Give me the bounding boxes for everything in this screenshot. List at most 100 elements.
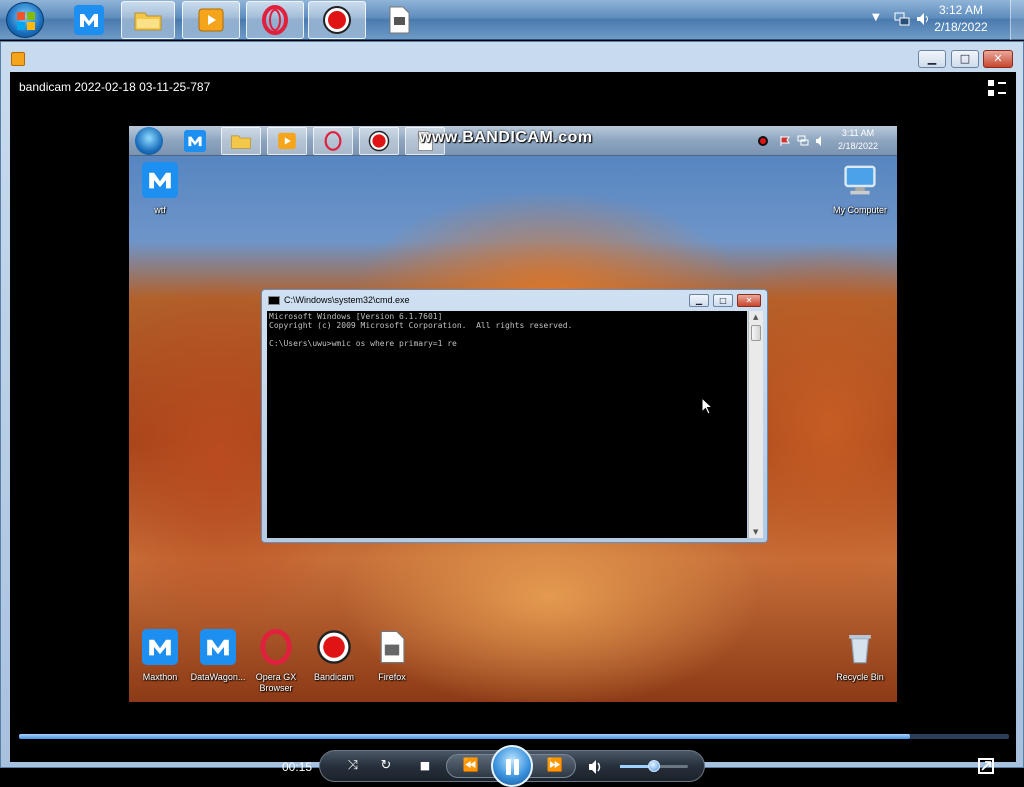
media-player-icon [198, 8, 224, 32]
desktop-icon-recycle-bin: Recycle Bin [829, 629, 891, 683]
playback-controls: ⤨ ↻ ■ ⏪ ⏩ [319, 745, 705, 787]
network-icon[interactable] [894, 12, 910, 26]
desktop-icon-opera-gx: Opera GX Browser [245, 629, 307, 694]
show-desktop-button[interactable] [1010, 0, 1024, 40]
windows-logo-icon [17, 12, 35, 30]
desktop-icon-my-computer: My Computer [829, 162, 891, 216]
clock-time[interactable]: 3:12 AM [926, 3, 996, 17]
recycle-bin-icon [849, 635, 871, 664]
desktop-icon-label: Firefox [378, 672, 406, 682]
folder-icon [134, 12, 162, 31]
recorded-taskbar-explorer [221, 127, 261, 155]
desktop-icon-datawagon: DataWagon... [187, 629, 249, 683]
opera-gx-icon [262, 5, 288, 35]
cmd-close-button: ✕ [737, 294, 761, 307]
fullscreen-button[interactable] [978, 758, 994, 774]
taskbar-file[interactable] [372, 1, 426, 39]
taskbar-opera-gx[interactable] [246, 1, 304, 39]
seek-progress [19, 734, 910, 739]
cmd-icon [268, 296, 280, 305]
start-button[interactable] [6, 2, 44, 38]
desktop-icon-label: Bandicam [313, 672, 355, 682]
desktop-icon-label: wtf [154, 205, 166, 215]
maxthon-icon [184, 130, 206, 152]
cmd-title: C:\Windows\system32\cmd.exe [284, 295, 410, 305]
cmd-line: C:\Users\uwu>wmic os where primary=1 re [269, 339, 457, 348]
desktop-icon-bandicam: Bandicam [303, 629, 365, 683]
pause-icon [506, 759, 511, 775]
desktop-icon-label: My Computer [832, 205, 887, 215]
network-icon [797, 135, 809, 146]
volume-knob[interactable] [648, 760, 660, 772]
recorded-taskbar-maxthon [175, 127, 215, 155]
taskbar-explorer[interactable] [121, 1, 175, 39]
player-app-icon [11, 52, 25, 66]
folder-icon [231, 135, 251, 149]
flag-icon [780, 136, 790, 146]
previous-button[interactable]: ⏪ [456, 755, 486, 777]
cmd-line: Microsoft Windows [Version 6.1.7601] [269, 312, 443, 321]
bandicam-record-icon [368, 130, 390, 152]
clock-date[interactable]: 2/18/2022 [926, 20, 996, 34]
cmd-minimize-button: ▁ [689, 294, 709, 307]
close-button[interactable]: ✕ [983, 50, 1013, 68]
recorded-taskbar-bandicam [359, 127, 399, 155]
media-player-window: ▁ □ ✕ bandicam 2022-02-18 03-11-25-787 w… [0, 41, 1024, 787]
desktop-icon-wtf: wtf [129, 162, 191, 216]
cmd-console: Microsoft Windows [Version 6.1.7601] Cop… [267, 311, 747, 538]
taskbar-maxthon[interactable] [64, 1, 114, 39]
opera-gx-icon [324, 131, 342, 151]
maxthon-icon [74, 5, 104, 35]
next-button[interactable]: ⏩ [540, 755, 570, 777]
opera-gx-icon [260, 629, 292, 665]
cmd-maximize-button: □ [713, 294, 733, 307]
recorded-clock-time: 3:11 AM [841, 128, 875, 138]
repeat-button[interactable]: ↻ [375, 755, 397, 777]
media-player-icon [278, 132, 296, 150]
bandicam-record-icon [317, 630, 351, 664]
desktop-icon-label: Opera GX Browser [255, 672, 297, 693]
cmd-scrollbar: ▲ ▼ [748, 311, 763, 538]
cmd-window: C:\Windows\system32\cmd.exe ▁ □ ✕ Micros… [261, 289, 768, 543]
pause-icon [514, 759, 519, 775]
desktop-icon-label: DataWagon... [190, 672, 246, 682]
pause-button[interactable] [491, 745, 533, 787]
system-tray: ▼ 3:12 AM 2/18/2022 [864, 0, 1024, 40]
video-title: bandicam 2022-02-18 03-11-25-787 [19, 80, 211, 94]
stop-button[interactable]: ■ [414, 755, 436, 777]
desktop-icon-label: Maxthon [142, 672, 178, 682]
cmd-line: Copyright (c) 2009 Microsoft Corporation… [269, 321, 573, 330]
file-icon [380, 630, 405, 664]
minimize-button[interactable]: ▁ [918, 50, 946, 68]
layout-toggle-icon[interactable] [988, 80, 1006, 96]
player-titlebar[interactable]: ▁ □ ✕ [1, 42, 1023, 72]
recorded-clock-date: 2/18/2022 [837, 141, 879, 151]
volume-icon [816, 136, 821, 146]
tray-expand-icon[interactable]: ▼ [872, 12, 880, 23]
maxthon-icon [142, 629, 178, 665]
current-time: 00:15 [282, 760, 313, 774]
seek-bar[interactable] [19, 734, 1009, 739]
desktop-icon-maxthon: Maxthon [129, 629, 191, 683]
computer-icon [844, 165, 876, 195]
mouse-cursor-icon [701, 397, 713, 415]
expand-icon [981, 761, 991, 771]
video-area[interactable]: bandicam 2022-02-18 03-11-25-787 www.BAN… [10, 72, 1016, 787]
maxthon-icon [142, 162, 178, 198]
shuffle-button[interactable]: ⤨ [342, 755, 364, 777]
scroll-thumb [751, 325, 761, 341]
record-status-icon [758, 136, 768, 146]
recorded-screen: www.BANDICAM.com 3:11 AM 2/18/2022 wtf M… [129, 126, 897, 702]
maxthon-icon [200, 629, 236, 665]
desktop-icon-label: Recycle Bin [836, 672, 884, 682]
recorded-taskbar-opera [313, 127, 353, 155]
recorded-start-button [135, 127, 163, 155]
taskbar: ▼ 3:12 AM 2/18/2022 [0, 0, 1024, 40]
recorded-taskbar: www.BANDICAM.com 3:11 AM 2/18/2022 [129, 126, 897, 156]
mute-button[interactable] [588, 759, 604, 775]
recorded-taskbar-media-player [267, 127, 307, 155]
maximize-button[interactable]: □ [951, 50, 979, 68]
taskbar-bandicam[interactable] [308, 1, 366, 39]
taskbar-media-player[interactable] [182, 1, 240, 39]
scroll-up-icon: ▲ [753, 313, 759, 321]
